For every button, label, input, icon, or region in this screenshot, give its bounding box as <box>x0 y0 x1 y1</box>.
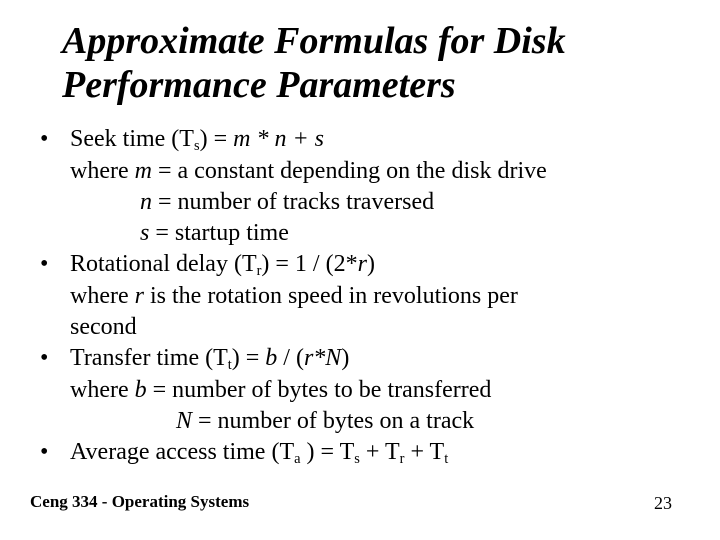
footer-page-number: 23 <box>654 493 672 514</box>
text: ) = T <box>301 439 355 465</box>
italic-text: r <box>135 283 144 309</box>
text: / ( <box>277 345 304 371</box>
text: where <box>70 283 135 309</box>
text: = number of bytes to be transferred <box>147 377 492 403</box>
text: Rotational delay (T <box>70 251 257 277</box>
text: Average access time (T <box>70 439 294 465</box>
text: s = startup time <box>140 220 289 246</box>
subscript: a <box>294 451 300 467</box>
bullet-transfer-time: •Transfer time (Tt) = b / (r*N) <box>40 344 692 373</box>
title-line-1: Approximate Formulas for Disk <box>62 20 566 62</box>
text: where b = number of bytes to be transfer… <box>70 376 680 405</box>
text: = number of tracks traversed <box>152 189 434 215</box>
subscript: t <box>228 357 232 373</box>
subscript: t <box>444 451 448 467</box>
italic-text: r*N <box>304 345 341 371</box>
line-n: n = number of tracks traversed <box>40 188 692 217</box>
line-second: second <box>40 313 692 342</box>
italic-text: s <box>140 220 149 246</box>
subscript: r <box>400 451 405 467</box>
italic-text: b <box>135 377 147 403</box>
text: n = number of tracks traversed <box>140 189 434 215</box>
text: ) <box>367 251 375 277</box>
slide: Approximate Formulas for Disk Performanc… <box>0 0 720 540</box>
italic-text: m * n + s <box>233 126 324 152</box>
text: where <box>70 158 135 184</box>
subscript: s <box>354 451 360 467</box>
bullet-text: Average access time (Ta ) = Ts + Tr + Tt <box>70 438 680 467</box>
slide-body: •Seek time (Ts) = m * n + s where m = a … <box>0 111 720 467</box>
text: where m = a constant depending on the di… <box>70 157 680 186</box>
slide-title: Approximate Formulas for Disk Performanc… <box>0 0 720 111</box>
text: ) <box>341 345 349 371</box>
text: N = number of bytes on a track <box>176 408 474 434</box>
text: Transfer time (T <box>70 345 228 371</box>
bullet-dot: • <box>40 250 70 279</box>
bullet-dot: • <box>40 125 70 154</box>
text: = number of bytes on a track <box>192 408 474 434</box>
italic-text: m <box>135 158 152 184</box>
text: + T <box>404 439 444 465</box>
bullet-rotational-delay: •Rotational delay (Tr) = 1 / (2*r) <box>40 250 692 279</box>
italic-text: b <box>265 345 277 371</box>
bullet-text: Seek time (Ts) = m * n + s <box>70 125 680 154</box>
line-capital-n: N = number of bytes on a track <box>40 407 692 436</box>
italic-text: N <box>176 408 192 434</box>
bullet-average-access: •Average access time (Ta ) = Ts + Tr + T… <box>40 438 692 467</box>
bullet-text: Transfer time (Tt) = b / (r*N) <box>70 344 680 373</box>
text: ) = <box>232 345 266 371</box>
text: + T <box>360 439 400 465</box>
italic-text: r <box>358 251 367 277</box>
line-where-b: where b = number of bytes to be transfer… <box>40 376 692 405</box>
bullet-dot: • <box>40 344 70 373</box>
text: Seek time (T <box>70 126 194 152</box>
italic-text: n <box>140 189 152 215</box>
bullet-seek-time: •Seek time (Ts) = m * n + s <box>40 125 692 154</box>
footer-course: Ceng 334 - Operating Systems <box>30 492 249 512</box>
text: second <box>70 314 137 340</box>
text: ) = 1 / (2* <box>261 251 357 277</box>
bullet-dot: • <box>40 438 70 467</box>
text: where r is the rotation speed in revolut… <box>70 282 680 311</box>
text: = startup time <box>149 220 289 246</box>
line-where-m: where m = a constant depending on the di… <box>40 157 692 186</box>
line-where-r: where r is the rotation speed in revolut… <box>40 282 692 311</box>
text: where <box>70 377 135 403</box>
bullet-text: Rotational delay (Tr) = 1 / (2*r) <box>70 250 680 279</box>
line-s: s = startup time <box>40 219 692 248</box>
text: is the rotation speed in revolutions per <box>144 283 518 309</box>
text: ) = <box>200 126 234 152</box>
title-line-2: Performance Parameters <box>62 64 456 106</box>
subscript: r <box>257 263 262 279</box>
subscript: s <box>194 138 200 154</box>
text: = a constant depending on the disk drive <box>152 158 547 184</box>
